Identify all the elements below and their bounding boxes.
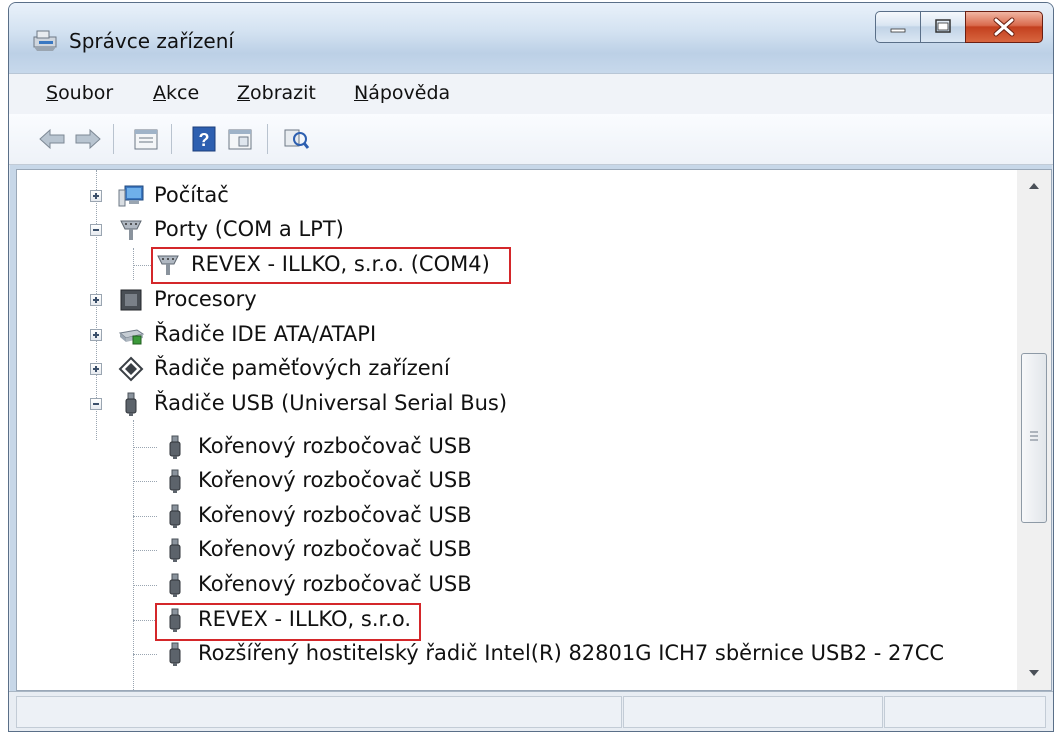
tree-item-label: Počítač [154,183,229,207]
port-icon [120,220,142,240]
title-bar[interactable]: Správce zařízení [9,3,1053,75]
toolbar-separator [113,124,114,154]
expand-icon[interactable] [90,329,102,341]
tree-item-ehci-controller[interactable]: Rozšířený hostitelský řadič Intel(R) 828… [17,637,997,671]
expand-icon[interactable] [90,363,102,375]
menu-napoveda[interactable]: Nápověda [354,82,450,104]
menu-akce-accel: A [153,82,166,104]
usb-icon [169,538,181,562]
highlight-box [155,603,421,641]
vertical-scrollbar[interactable] [1017,169,1052,691]
collapse-icon[interactable] [90,398,102,410]
expand-icon[interactable] [90,190,102,202]
tree-item-root-hub[interactable]: Kořenový rozbočovač USB [17,464,997,498]
window-title: Správce zařízení [69,29,234,53]
close-icon [993,17,1015,37]
menu-akce-label: kce [166,82,200,104]
tree-item-label: Procesory [154,287,257,311]
tree-item-label: Rozšířený hostitelský řadič Intel(R) 828… [198,641,945,665]
computer-icon [118,185,144,207]
tree-item-label: Kořenový rozbočovač USB [198,434,472,458]
menu-soubor[interactable]: Soubor [46,82,113,104]
tree-item-pocitac[interactable]: Počítač [17,179,997,213]
scroll-up-icon[interactable] [1017,170,1051,200]
help-icon[interactable]: ? [189,124,219,154]
tree-item-label: Kořenový rozbočovač USB [198,503,472,527]
processor-icon [120,289,142,311]
scrollbar-thumb[interactable] [1021,353,1047,523]
toolbar-separator [171,124,172,154]
menu-akce[interactable]: Akce [153,82,199,104]
menu-zobrazit-label: obrazit [250,82,316,104]
back-arrow-icon[interactable] [37,124,67,154]
tree-item-root-hub[interactable]: Kořenový rozbočovač USB [17,568,997,602]
usb-icon [169,573,181,597]
tree-item-root-hub[interactable]: Kořenový rozbočovač USB [17,533,997,567]
expand-icon[interactable] [90,294,102,306]
tree-item-label: Řadiče USB (Universal Serial Bus) [154,391,508,415]
device-manager-window: Správce zařízení Soubor Akce Zobrazit Ná… [8,2,1054,732]
tree-item-storage[interactable]: Řadiče paměťových zařízení [17,352,997,386]
menu-zobrazit[interactable]: Zobrazit [237,82,316,104]
tree-item-label: Řadiče IDE ATA/ATAPI [154,322,377,346]
scroll-down-icon[interactable] [1017,658,1051,688]
tree-item-procesory[interactable]: Procesory [17,283,997,317]
maximize-icon [935,19,951,33]
forward-arrow-icon[interactable] [73,124,103,154]
usb-icon [169,642,181,666]
view-icon[interactable] [225,124,255,154]
svg-text:?: ? [199,130,210,150]
menu-soubor-accel: S [46,82,59,104]
minimize-button[interactable] [875,11,921,43]
usb-icon [169,469,181,493]
usb-icon [169,504,181,528]
tree-item-usb-controllers[interactable]: Řadiče USB (Universal Serial Bus) [17,387,997,421]
tree-item-label: Kořenový rozbočovač USB [198,537,472,561]
device-tree: Počítač Porty (COM a LPT) REVEX - ILLKO,… [16,169,1018,691]
close-button[interactable] [965,11,1043,43]
highlight-box [151,247,511,284]
collapse-icon[interactable] [90,224,102,236]
menu-napoveda-accel: N [354,82,369,104]
tree-item-porty[interactable]: Porty (COM a LPT) [17,213,997,247]
toolbar-separator [267,124,268,154]
grip-icon [1030,431,1038,441]
maximize-button[interactable] [920,11,966,43]
device-manager-icon [33,30,57,51]
tree-item-ide[interactable]: Řadiče IDE ATA/ATAPI [17,318,997,352]
usb-icon [125,392,137,416]
properties-icon[interactable] [131,124,161,154]
ide-controller-icon [118,329,145,345]
status-pane [623,696,883,728]
usb-icon [169,435,181,459]
toolbar: ? [9,114,1053,165]
status-pane [884,696,1046,728]
tree-item-label: Řadiče paměťových zařízení [154,356,450,380]
tree-item-label: Kořenový rozbočovač USB [198,572,472,596]
scan-hardware-icon[interactable] [281,124,311,154]
menu-soubor-label: oubor [58,82,114,104]
menu-bar: Soubor Akce Zobrazit Nápověda [9,73,1053,115]
minimize-icon [890,28,906,33]
tree-item-label: Kořenový rozbočovač USB [198,468,472,492]
status-pane [16,696,622,728]
tree-item-label: Porty (COM a LPT) [154,217,344,241]
menu-napoveda-label: ápověda [368,82,451,104]
tree-item-root-hub[interactable]: Kořenový rozbočovač USB [17,430,997,464]
menu-zobrazit-accel: Z [237,82,251,104]
tree-item-root-hub[interactable]: Kořenový rozbočovač USB [17,499,997,533]
storage-controller-icon [118,356,144,382]
status-bar [9,691,1053,731]
